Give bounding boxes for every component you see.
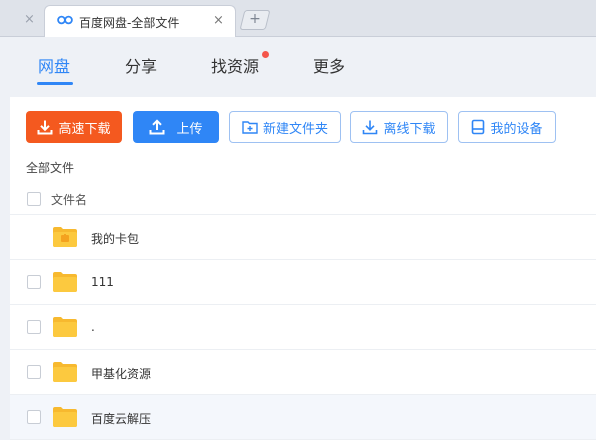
nav-netdisk[interactable]: 网盘 [38, 53, 70, 77]
file-name[interactable]: 111 [91, 275, 114, 289]
offline-download-button[interactable]: 离线下载 [350, 111, 448, 143]
new-folder-icon [242, 121, 258, 134]
offline-download-icon [363, 120, 378, 135]
list-header: 文件名 [10, 183, 596, 215]
upload-label: 上传 [176, 121, 203, 137]
select-all-checkbox[interactable] [27, 192, 41, 206]
row-checkbox[interactable] [27, 410, 41, 424]
main-nav: 网盘 分享 找资源 更多 [0, 37, 596, 97]
column-filename[interactable]: 文件名 [51, 191, 87, 208]
upload-button[interactable]: 上传 [133, 111, 219, 143]
nav-share[interactable]: 分享 [125, 53, 157, 77]
plus-icon: + [249, 11, 261, 27]
folder-icon [53, 362, 77, 382]
new-folder-label: 新建文件夹 [262, 121, 328, 137]
file-name[interactable]: 我的卡包 [91, 230, 139, 247]
my-devices-label: 我的设备 [490, 121, 543, 137]
row-checkbox[interactable] [27, 365, 41, 379]
notification-badge [262, 51, 269, 58]
new-folder-button[interactable]: 新建文件夹 [229, 111, 341, 143]
close-tab-icon[interactable]: × [24, 12, 35, 27]
file-panel: 高速下载 上传 新建文件夹 离线下载 我的设备 全部文件 文件名 我的卡包 11… [10, 97, 596, 440]
wallet-folder-icon [53, 227, 77, 247]
list-item[interactable]: 百度云解压 [10, 395, 596, 440]
nav-active-indicator [37, 82, 73, 85]
folder-icon [53, 272, 77, 292]
list-item[interactable]: . [10, 305, 596, 350]
folder-icon [53, 407, 77, 427]
folder-icon [53, 317, 77, 337]
previous-tab[interactable]: × [0, 6, 44, 36]
nav-find-resources[interactable]: 找资源 [211, 53, 259, 77]
baidu-netdisk-logo-icon [57, 15, 73, 25]
browser-tab-strip: × 百度网盘-全部文件 × + [0, 0, 596, 37]
download-icon [37, 120, 53, 135]
file-name[interactable]: . [91, 320, 95, 334]
fast-download-button[interactable]: 高速下载 [26, 111, 122, 143]
breadcrumb[interactable]: 全部文件 [26, 159, 74, 176]
tab-title: 百度网盘-全部文件 [79, 16, 180, 30]
row-checkbox[interactable] [27, 275, 41, 289]
my-devices-button[interactable]: 我的设备 [458, 111, 556, 143]
fast-download-label: 高速下载 [58, 121, 111, 137]
new-tab-button[interactable]: + [239, 10, 271, 30]
list-item[interactable]: 我的卡包 [10, 215, 596, 260]
nav-more[interactable]: 更多 [313, 53, 345, 77]
device-icon [472, 119, 485, 135]
active-tab[interactable]: 百度网盘-全部文件 × [44, 5, 236, 37]
upload-icon [149, 119, 165, 135]
list-item[interactable]: 111 [10, 260, 596, 305]
offline-download-label: 离线下载 [383, 121, 436, 137]
file-name[interactable]: 甲基化资源 [91, 365, 151, 382]
list-item[interactable]: 甲基化资源 [10, 350, 596, 395]
close-tab-icon[interactable]: × [213, 13, 224, 28]
row-checkbox[interactable] [27, 320, 41, 334]
file-name[interactable]: 百度云解压 [91, 410, 151, 427]
